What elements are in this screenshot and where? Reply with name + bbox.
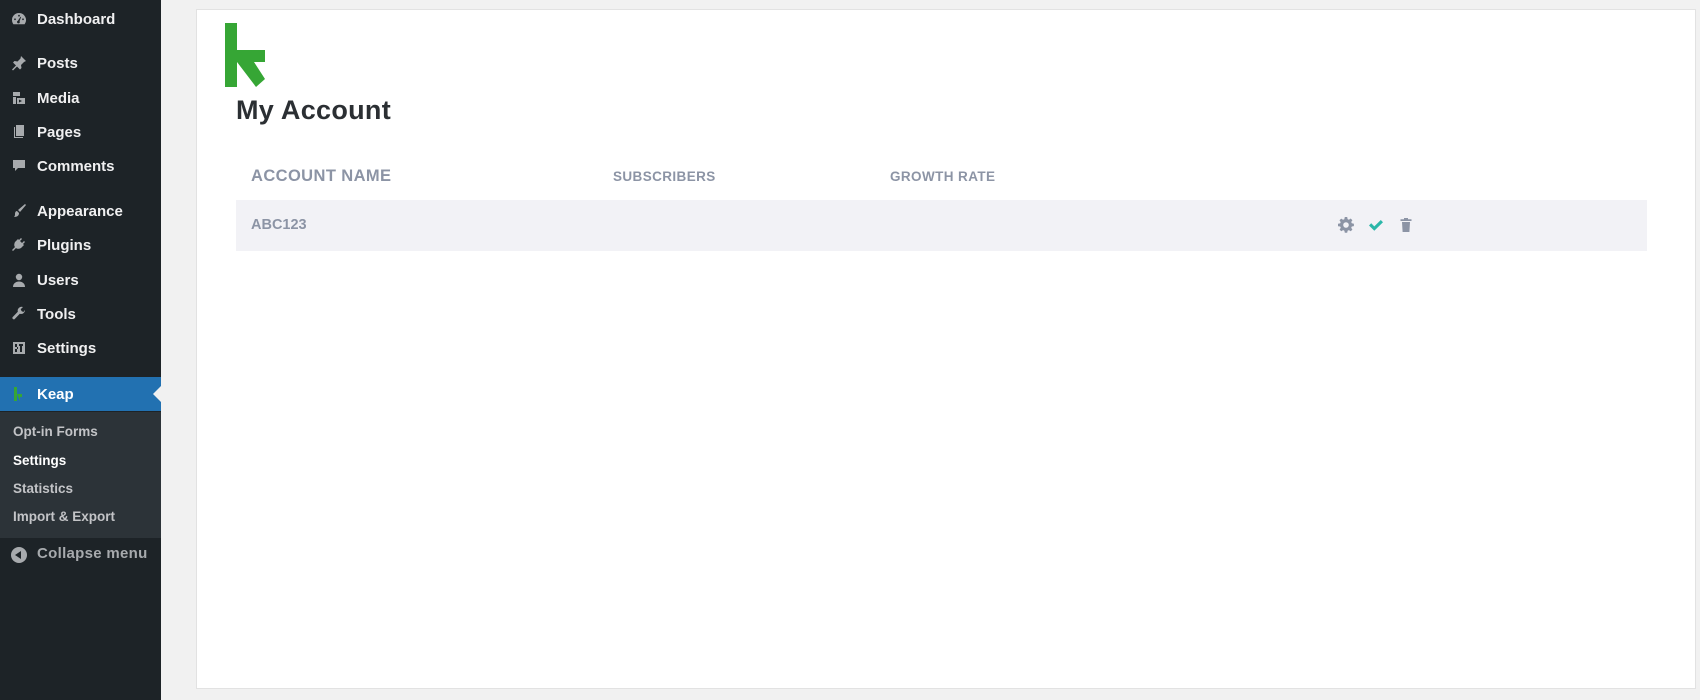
sidebar-item-label: Pages [37,123,82,141]
sidebar-item-dashboard[interactable]: Dashboard [0,2,161,36]
wrench-icon [10,305,28,323]
sidebar-item-keap[interactable]: Keap [0,377,161,411]
media-icon [10,89,28,107]
sidebar-item-tools[interactable]: Tools [0,297,161,331]
sidebar-item-plugins[interactable]: Plugins [0,228,161,262]
sidebar-item-label: Posts [37,54,78,72]
sidebar-item-label: Settings [37,339,97,357]
column-header-growth-rate: GROWTH RATE [890,169,996,184]
sidebar-item-label: Comments [37,157,115,175]
sidebar-item-label: Tools [37,305,76,323]
sidebar-item-posts[interactable]: Posts [0,46,161,80]
check-icon[interactable] [1367,216,1385,234]
sidebar-item-users[interactable]: Users [0,263,161,297]
settings-icon [10,339,28,357]
sidebar-item-appearance[interactable]: Appearance [0,194,161,228]
content-panel: My Account ACCOUNT NAME SUBSCRIBERS GROW… [196,9,1696,689]
collapse-arrow-icon [11,547,27,563]
submenu-item-settings[interactable]: Settings [13,453,66,468]
sidebar-item-label: Dashboard [37,10,116,28]
pin-icon [10,54,28,72]
sidebar-item-label: Users [37,271,79,289]
column-header-subscribers: SUBSCRIBERS [613,169,716,184]
sidebar-item-label: Appearance [37,202,123,220]
submenu-item-statistics[interactable]: Statistics [13,481,73,496]
column-header-account-name: ACCOUNT NAME [251,167,392,185]
page-title: My Account [236,95,392,125]
gear-icon[interactable] [1337,216,1355,234]
submenu-item-import-export[interactable]: Import & Export [13,509,115,524]
submenu-item-opt-in-forms[interactable]: Opt-in Forms [13,424,98,439]
sidebar-item-pages[interactable]: Pages [0,115,161,149]
collapse-menu-button[interactable]: Collapse menu [0,543,161,567]
admin-sidebar: Dashboard Posts Media Pages Comments App… [0,0,161,700]
keap-submenu: Opt-in Forms Settings Statistics Import … [0,412,161,538]
keap-logo-icon [225,23,265,87]
plugin-icon [10,236,28,254]
keap-logo-icon [10,385,28,403]
sidebar-item-settings[interactable]: Settings [0,331,161,365]
user-icon [10,271,28,289]
dashboard-icon [10,10,28,28]
pages-icon [10,123,28,141]
sidebar-item-label: Plugins [37,236,92,254]
sidebar-item-comments[interactable]: Comments [0,149,161,183]
collapse-menu-label: Collapse menu [37,545,148,562]
trash-icon[interactable] [1397,216,1415,234]
comment-icon [10,157,28,175]
sidebar-item-label: Media [37,89,80,107]
account-name-cell: ABC123 [251,217,307,233]
table-row: ABC123 [236,200,1647,251]
brush-icon [10,202,28,220]
sidebar-item-media[interactable]: Media [0,81,161,115]
sidebar-item-label: Keap [37,385,74,403]
